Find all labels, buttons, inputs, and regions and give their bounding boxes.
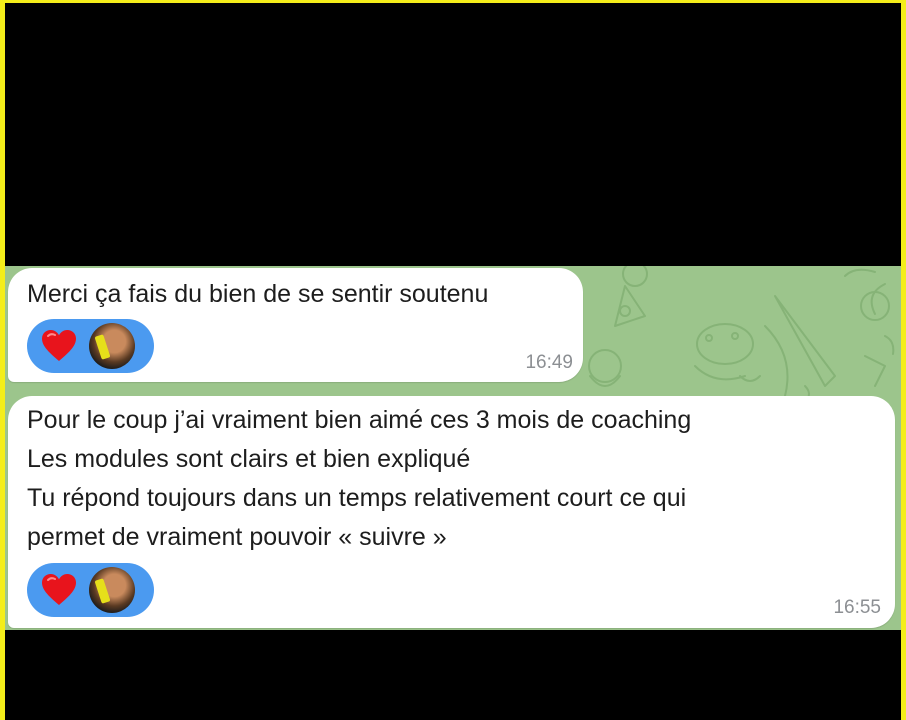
chat-area[interactable]: Merci ça fais du bien de se sentir soute… (5, 266, 901, 630)
avatar (89, 567, 135, 613)
black-bar-bottom (5, 630, 901, 720)
heart-icon (42, 574, 76, 605)
avatar (89, 323, 135, 369)
black-bar-top (5, 3, 901, 266)
heart-icon (42, 330, 76, 361)
message-text: Merci ça fais du bien de se sentir soute… (27, 280, 489, 308)
reaction-pill[interactable] (27, 319, 154, 373)
frame-right (901, 0, 906, 720)
message-bubble[interactable]: Merci ça fais du bien de se sentir soute… (8, 268, 583, 382)
message-bubble[interactable]: Pour le coup j’ai vraiment bien aimé ces… (8, 396, 895, 628)
message-text: Pour le coup j’ai vraiment bien aimé ces… (27, 406, 692, 551)
reaction-pill[interactable] (27, 563, 154, 617)
message-time: 16:49 (525, 352, 573, 373)
message-time: 16:55 (833, 597, 881, 618)
